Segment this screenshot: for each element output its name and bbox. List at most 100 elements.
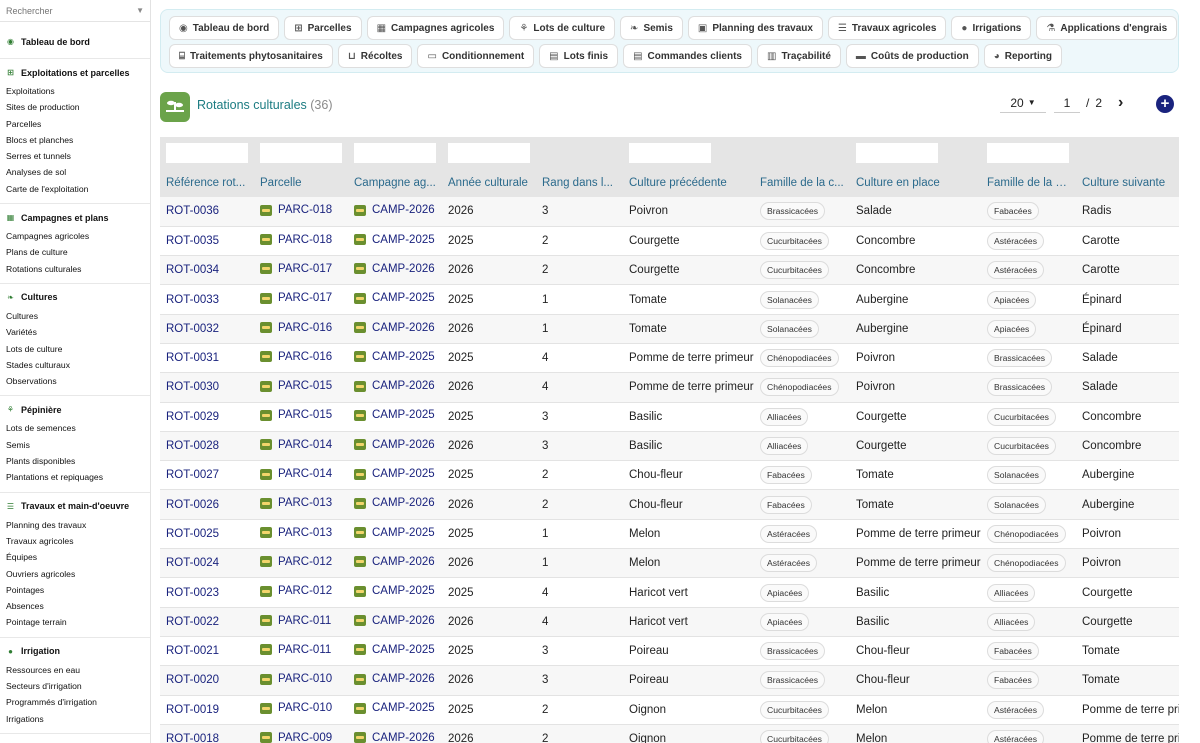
column-header[interactable]: Rang dans l... [536, 169, 623, 197]
campaign-link[interactable]: CAMP-2025 [354, 644, 435, 656]
table-row[interactable]: ROT-0021 PARC-011 CAMP-2025 2025 3 Poireau Bra… [160, 636, 1179, 667]
nav-button[interactable]: ◉ Tableau de bord [169, 16, 280, 40]
nav-button[interactable]: ⚗ Applications d'engrais [1036, 16, 1178, 40]
sidebar-item[interactable]: Observations [0, 373, 150, 389]
column-header[interactable]: Famille de la c... [981, 169, 1076, 197]
parcel-link[interactable]: PARC-009 [260, 732, 332, 743]
next-page-icon[interactable]: › [1118, 94, 1123, 112]
column-filter-input[interactable] [260, 143, 342, 163]
rotation-reference-link[interactable]: ROT-0033 [166, 294, 219, 306]
rotation-reference-link[interactable]: ROT-0019 [166, 704, 219, 716]
campaign-link[interactable]: CAMP-2026 [354, 263, 435, 275]
parcel-link[interactable]: PARC-013 [260, 497, 332, 509]
table-row[interactable]: ROT-0035 PARC-018 CAMP-2025 2025 2 Courgette C… [160, 226, 1179, 257]
column-header[interactable]: Parcelle [254, 169, 348, 197]
nav-button[interactable]: ⊞ Parcelles [284, 16, 362, 40]
sidebar-item[interactable]: Sites de production [0, 99, 150, 115]
parcel-link[interactable]: PARC-017 [260, 263, 332, 275]
rotation-reference-link[interactable]: ROT-0027 [166, 469, 219, 481]
parcel-link[interactable]: PARC-013 [260, 527, 332, 539]
campaign-link[interactable]: CAMP-2026 [354, 497, 435, 509]
column-filter-input[interactable] [354, 143, 436, 163]
page-number-input[interactable]: 1 [1054, 93, 1080, 113]
rotation-reference-link[interactable]: ROT-0036 [166, 205, 219, 217]
rotation-reference-link[interactable]: ROT-0026 [166, 499, 219, 511]
table-row[interactable]: ROT-0026 PARC-013 CAMP-2026 2026 2 Chou-fleur… [160, 489, 1179, 520]
nav-button[interactable]: ◕ Reporting [983, 44, 1062, 68]
nav-button[interactable]: ▣ Planning des travaux [687, 16, 823, 40]
sidebar-item[interactable]: Serres et tunnels [0, 148, 150, 164]
column-header[interactable]: Culture suivante [1076, 169, 1179, 197]
sidebar-item[interactable]: Blocs et planches [0, 132, 150, 148]
table-row[interactable]: ROT-0019 PARC-010 CAMP-2025 2025 2 Oignon Cucu… [160, 695, 1179, 725]
nav-button[interactable]: ▤ Lots finis [539, 44, 619, 68]
sidebar-item[interactable]: Stades culturaux [0, 357, 150, 373]
column-filter-input[interactable] [629, 143, 711, 163]
campaign-link[interactable]: CAMP-2026 [354, 615, 435, 627]
parcel-link[interactable]: PARC-018 [260, 234, 332, 246]
nav-button[interactable]: ❧ Semis [620, 16, 683, 40]
sidebar-item[interactable]: Absences [0, 598, 150, 614]
campaign-link[interactable]: CAMP-2026 [354, 322, 435, 334]
parcel-link[interactable]: PARC-017 [260, 292, 332, 304]
sidebar-item[interactable]: Travaux agricoles [0, 533, 150, 549]
sidebar-item[interactable]: Semis [0, 437, 150, 453]
rotation-reference-link[interactable]: ROT-0034 [166, 264, 219, 276]
nav-button[interactable]: ● Irrigations [951, 16, 1032, 40]
campaign-link[interactable]: CAMP-2026 [354, 439, 435, 451]
rotation-reference-link[interactable]: ROT-0030 [166, 381, 219, 393]
column-header[interactable]: Famille de la c... [754, 169, 850, 197]
sidebar-item[interactable]: Plans de culture [0, 244, 150, 260]
column-filter-input[interactable] [166, 143, 248, 163]
sidebar-item[interactable]: Plants disponibles [0, 453, 150, 469]
nav-button[interactable]: ☰ Travaux agricoles [827, 16, 947, 40]
search-input[interactable] [6, 5, 116, 16]
column-header[interactable]: Culture précédente [623, 169, 754, 197]
parcel-link[interactable]: PARC-014 [260, 439, 332, 451]
campaign-link[interactable]: CAMP-2026 [354, 380, 435, 392]
sidebar-item[interactable]: Plantations et repiquages [0, 469, 150, 485]
parcel-link[interactable]: PARC-016 [260, 322, 332, 334]
chevron-down-icon[interactable]: ▼ [136, 6, 144, 15]
rotation-reference-link[interactable]: ROT-0023 [166, 587, 219, 599]
sidebar-item[interactable]: Secteurs d'irrigation [0, 678, 150, 694]
rotation-reference-link[interactable]: ROT-0029 [166, 411, 219, 423]
campaign-link[interactable]: CAMP-2025 [354, 234, 435, 246]
rotation-reference-link[interactable]: ROT-0018 [166, 733, 219, 743]
nav-button[interactable]: ▥ Traçabilité [757, 44, 841, 68]
sidebar-item[interactable]: Irrigations [0, 711, 150, 727]
sidebar-item[interactable]: Rotations culturales [0, 261, 150, 277]
parcel-link[interactable]: PARC-016 [260, 351, 332, 363]
rotation-reference-link[interactable]: ROT-0020 [166, 674, 219, 686]
column-filter-input[interactable] [856, 143, 938, 163]
parcel-link[interactable]: PARC-011 [260, 615, 331, 627]
nav-button[interactable]: ▤ Commandes clients [623, 44, 752, 68]
sidebar-item[interactable]: Planning des travaux [0, 517, 150, 533]
sidebar-item[interactable]: Pointages [0, 582, 150, 598]
parcel-link[interactable]: PARC-014 [260, 468, 332, 480]
table-row[interactable]: ROT-0032 PARC-016 CAMP-2026 2026 1 Tomate Sola… [160, 314, 1179, 344]
per-page-select[interactable]: 20 ▼ [1000, 93, 1046, 113]
table-row[interactable]: ROT-0034 PARC-017 CAMP-2026 2026 2 Courgette C… [160, 255, 1179, 286]
rotation-reference-link[interactable]: ROT-0022 [166, 616, 219, 628]
campaign-link[interactable]: CAMP-2025 [354, 585, 435, 597]
table-row[interactable]: ROT-0022 PARC-011 CAMP-2026 2026 4 Haricot ve… [160, 607, 1179, 637]
nav-button[interactable]: ▦ Campagnes agricoles [366, 16, 505, 40]
search-box[interactable]: ▼ [0, 0, 150, 22]
sidebar-item[interactable]: Parcelles [0, 116, 150, 132]
table-row[interactable]: ROT-0020 PARC-010 CAMP-2026 2026 3 Poireau Bra… [160, 665, 1179, 696]
table-row[interactable]: ROT-0025 PARC-013 CAMP-2025 2025 1 Melon Astér… [160, 519, 1179, 550]
table-row[interactable]: ROT-0024 PARC-012 CAMP-2026 2026 1 Melon Astér… [160, 548, 1179, 579]
parcel-link[interactable]: PARC-015 [260, 409, 332, 421]
campaign-link[interactable]: CAMP-2026 [354, 204, 435, 216]
table-row[interactable]: ROT-0029 PARC-015 CAMP-2025 2025 3 Basilic All… [160, 402, 1179, 432]
sidebar-item-dashboard[interactable]: ◉ Tableau de bord [0, 35, 150, 48]
table-row[interactable]: ROT-0031 PARC-016 CAMP-2025 2025 4 Pomme de t… [160, 343, 1179, 374]
nav-button[interactable]: ▬ Coûts de production [845, 44, 979, 68]
column-header[interactable]: Référence rot... [160, 169, 254, 197]
sidebar-item[interactable]: Ouvriers agricoles [0, 566, 150, 582]
rotation-reference-link[interactable]: ROT-0032 [166, 323, 219, 335]
sidebar-item[interactable]: Variétés [0, 324, 150, 340]
rotation-reference-link[interactable]: ROT-0024 [166, 557, 219, 569]
sidebar-item[interactable]: Carte de l'exploitation [0, 181, 150, 197]
